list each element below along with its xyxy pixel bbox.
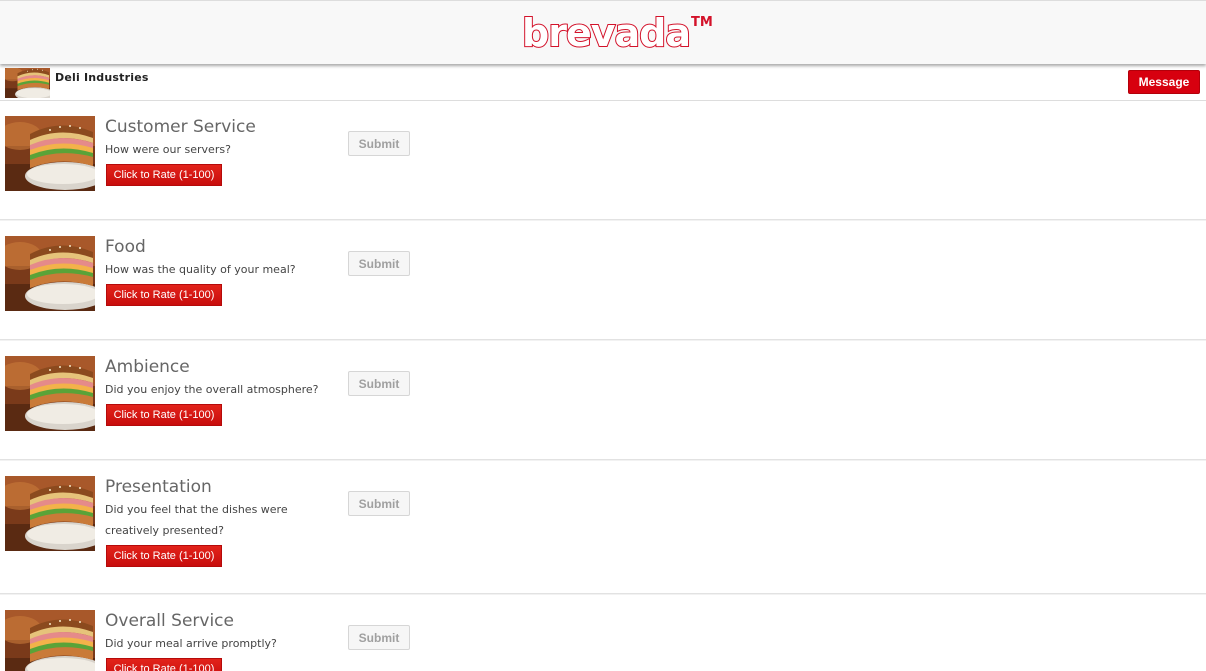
item-title: Food [105,237,146,257]
rate-button[interactable]: Click to Rate (1-100) [106,545,222,567]
business-name: Deli Industries [55,71,149,84]
item-divider [0,219,1206,221]
message-button[interactable]: Message [1128,70,1200,94]
item-title: Presentation [105,477,212,497]
submit-button[interactable]: Submit [348,371,410,396]
submit-button[interactable]: Submit [348,625,410,650]
item-image [5,610,95,671]
brevada-logo[interactable]: brevada TM [521,11,713,55]
item-title: Overall Service [105,611,234,631]
item-title: Ambience [105,357,190,377]
item-image [5,476,95,551]
item-image [5,356,95,431]
item-title: Customer Service [105,117,256,137]
logo-trademark: TM [690,15,713,30]
business-thumbnail [5,68,50,98]
rate-button[interactable]: Click to Rate (1-100) [106,284,222,306]
rate-button[interactable]: Click to Rate (1-100) [106,658,222,671]
item-divider [0,593,1206,595]
item-divider [0,339,1206,341]
item-image [5,116,95,191]
item-divider [0,459,1206,461]
submit-button[interactable]: Submit [348,131,410,156]
business-bar: Deli Industries Message [0,66,1206,101]
rate-button[interactable]: Click to Rate (1-100) [106,164,222,186]
submit-button[interactable]: Submit [348,251,410,276]
item-question: How was the quality of your meal? [105,263,296,276]
rate-button[interactable]: Click to Rate (1-100) [106,404,222,426]
item-question: Did your meal arrive promptly? [105,637,277,650]
item-question: Did you feel that the dishes were creati… [105,503,288,537]
submit-button[interactable]: Submit [348,491,410,516]
item-question: How were our servers? [105,143,231,156]
app-header: brevada TM [0,0,1206,64]
logo-text: brevada [521,11,692,55]
item-question: Did you enjoy the overall atmosphere? [105,383,319,396]
item-image [5,236,95,311]
